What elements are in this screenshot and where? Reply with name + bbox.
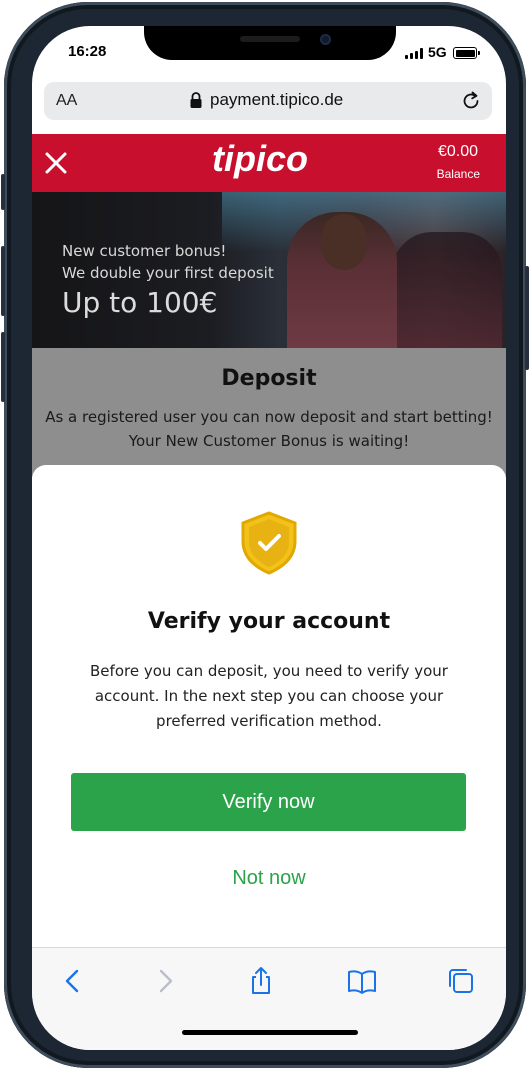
home-indicator[interactable] [182, 1030, 358, 1035]
earpiece-speaker [240, 36, 300, 42]
reload-icon[interactable] [460, 90, 482, 112]
tabs-icon[interactable] [446, 966, 476, 996]
site-header: tipico €0.00 Balance [32, 134, 506, 192]
status-time: 16:28 [68, 43, 107, 60]
phone-frame: 16:28 5G AA payment.tipico.de tipico €0.… [1, 2, 529, 1068]
phone-volume-down [1, 332, 5, 402]
banner-line-1: New customer bonus! [62, 242, 227, 260]
address-bar[interactable]: AA payment.tipico.de [44, 82, 492, 120]
deposit-section: Deposit As a registered user you can now… [32, 348, 506, 478]
shield-check-icon [241, 511, 297, 575]
screen: 16:28 5G AA payment.tipico.de tipico €0.… [32, 26, 506, 1050]
phone-volume-up [1, 246, 5, 316]
front-camera [320, 34, 331, 45]
not-now-button[interactable]: Not now [169, 862, 369, 894]
tipico-logo[interactable]: tipico [212, 138, 308, 180]
url-text: payment.tipico.de [210, 90, 344, 109]
battery-icon [453, 47, 480, 59]
banner-headline: Up to 100€ [62, 286, 218, 319]
deposit-description-2: Your New Customer Bonus is waiting! [128, 432, 410, 450]
notch [144, 26, 396, 60]
banner-background-people [392, 232, 502, 348]
banner-line-2: We double your first deposit [62, 264, 274, 282]
balance-label: Balance [436, 167, 480, 181]
signal-icon [405, 48, 423, 59]
bookmarks-icon[interactable] [347, 966, 377, 996]
close-icon[interactable] [44, 151, 68, 175]
text-size-button[interactable]: AA [56, 92, 77, 110]
modal-body-text: Before you can deposit, you need to veri… [90, 662, 448, 730]
forward-icon[interactable] [150, 966, 180, 996]
url-display[interactable]: payment.tipico.de [189, 90, 343, 110]
phone-side-button [1, 174, 5, 210]
phone-power-button [525, 266, 529, 370]
deposit-title: Deposit [221, 366, 317, 391]
modal-title: Verify your account [147, 609, 391, 634]
lock-icon [190, 92, 202, 108]
network-type: 5G [428, 44, 447, 60]
browser-toolbar [32, 947, 506, 1050]
verify-now-button[interactable]: Verify now [71, 773, 466, 831]
share-icon[interactable] [246, 966, 276, 996]
back-icon[interactable] [58, 966, 88, 996]
promo-banner[interactable]: New customer bonus! We double your first… [32, 192, 506, 348]
verify-account-modal: Verify your account Before you can depos… [32, 465, 506, 947]
balance-amount: €0.00 [437, 143, 478, 160]
deposit-description-1: As a registered user you can now deposit… [45, 408, 493, 426]
